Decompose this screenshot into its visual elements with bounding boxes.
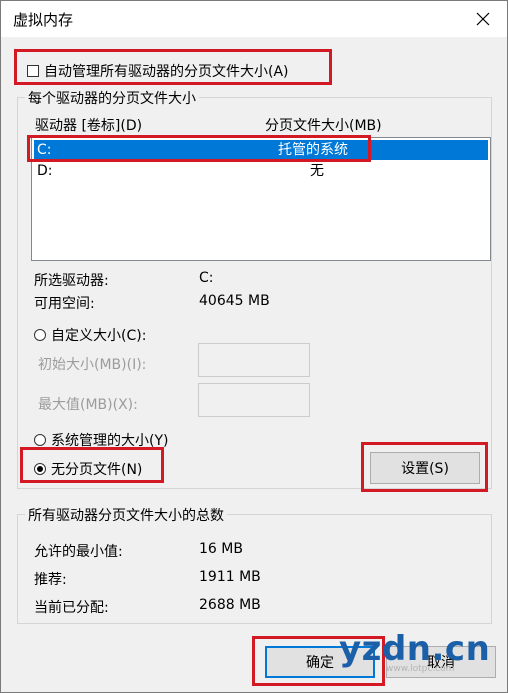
drive-letter: D:: [37, 163, 53, 179]
system-managed-label: 系统管理的大小(Y): [51, 433, 169, 449]
current-value: 2688 MB: [199, 597, 261, 613]
max-size-input[interactable]: [198, 383, 310, 417]
watermark-subtext: www.lotpc.com: [386, 664, 455, 674]
auto-manage-checkbox-row[interactable]: 自动管理所有驱动器的分页文件大小(A): [27, 61, 289, 81]
watermark-text: yzdn.cn: [339, 629, 491, 669]
system-managed-radio[interactable]: [34, 434, 46, 446]
no-paging-radio[interactable]: [34, 463, 46, 475]
ok-button-label: 确定: [306, 655, 334, 671]
selected-drive-value: C:: [199, 270, 214, 286]
close-button[interactable]: [463, 3, 503, 35]
auto-manage-checkbox[interactable]: [27, 65, 39, 77]
list-item[interactable]: D: 无: [34, 161, 488, 181]
total-legend: 所有驱动器分页文件大小的总数: [25, 505, 227, 525]
close-icon: [476, 12, 490, 26]
no-paging-radio-row[interactable]: 无分页文件(N): [34, 459, 142, 479]
drive-listbox[interactable]: C: 托管的系统 D: 无: [31, 137, 491, 261]
window-title: 虚拟内存: [13, 11, 74, 29]
free-space-label: 可用空间:: [34, 296, 95, 312]
no-paging-label: 无分页文件(N): [51, 462, 143, 478]
per-drive-legend: 每个驱动器的分页文件大小: [25, 88, 199, 108]
column-header-drive[interactable]: 驱动器 [卷标](D): [35, 115, 142, 135]
recommended-value: 1911 MB: [199, 569, 261, 585]
drive-letter: C:: [37, 142, 52, 158]
initial-size-input[interactable]: [198, 343, 310, 377]
set-button-label: 设置(S): [401, 461, 449, 477]
custom-size-radio[interactable]: [34, 329, 46, 341]
initial-size-label: 初始大小(MB)(I):: [38, 357, 147, 373]
recommended-label: 推荐:: [34, 572, 67, 588]
max-size-label: 最大值(MB)(X):: [38, 397, 138, 413]
paging-size: 托管的系统: [278, 142, 348, 158]
min-allowed-value: 16 MB: [199, 541, 243, 557]
set-button[interactable]: 设置(S): [370, 452, 480, 484]
list-item[interactable]: C: 托管的系统: [34, 140, 488, 160]
current-label: 当前已分配:: [34, 600, 109, 616]
title-bar: 虚拟内存: [1, 1, 507, 37]
column-header-size[interactable]: 分页文件大小(MB): [265, 115, 382, 135]
custom-size-label: 自定义大小(C):: [51, 328, 147, 344]
auto-manage-label: 自动管理所有驱动器的分页文件大小(A): [44, 64, 289, 80]
min-allowed-label: 允许的最小值:: [34, 544, 123, 560]
paging-size: 无: [310, 163, 324, 179]
free-space-value: 40645 MB: [199, 293, 270, 309]
selected-drive-label: 所选驱动器:: [34, 273, 109, 289]
system-managed-radio-row[interactable]: 系统管理的大小(Y): [34, 430, 168, 450]
custom-size-radio-row[interactable]: 自定义大小(C):: [34, 325, 146, 345]
drive-list-header: 驱动器 [卷标](D) 分页文件大小(MB): [33, 115, 491, 135]
virtual-memory-dialog: 虚拟内存 自动管理所有驱动器的分页文件大小(A) 每个驱动器的分页文件大小 驱动…: [0, 0, 508, 693]
